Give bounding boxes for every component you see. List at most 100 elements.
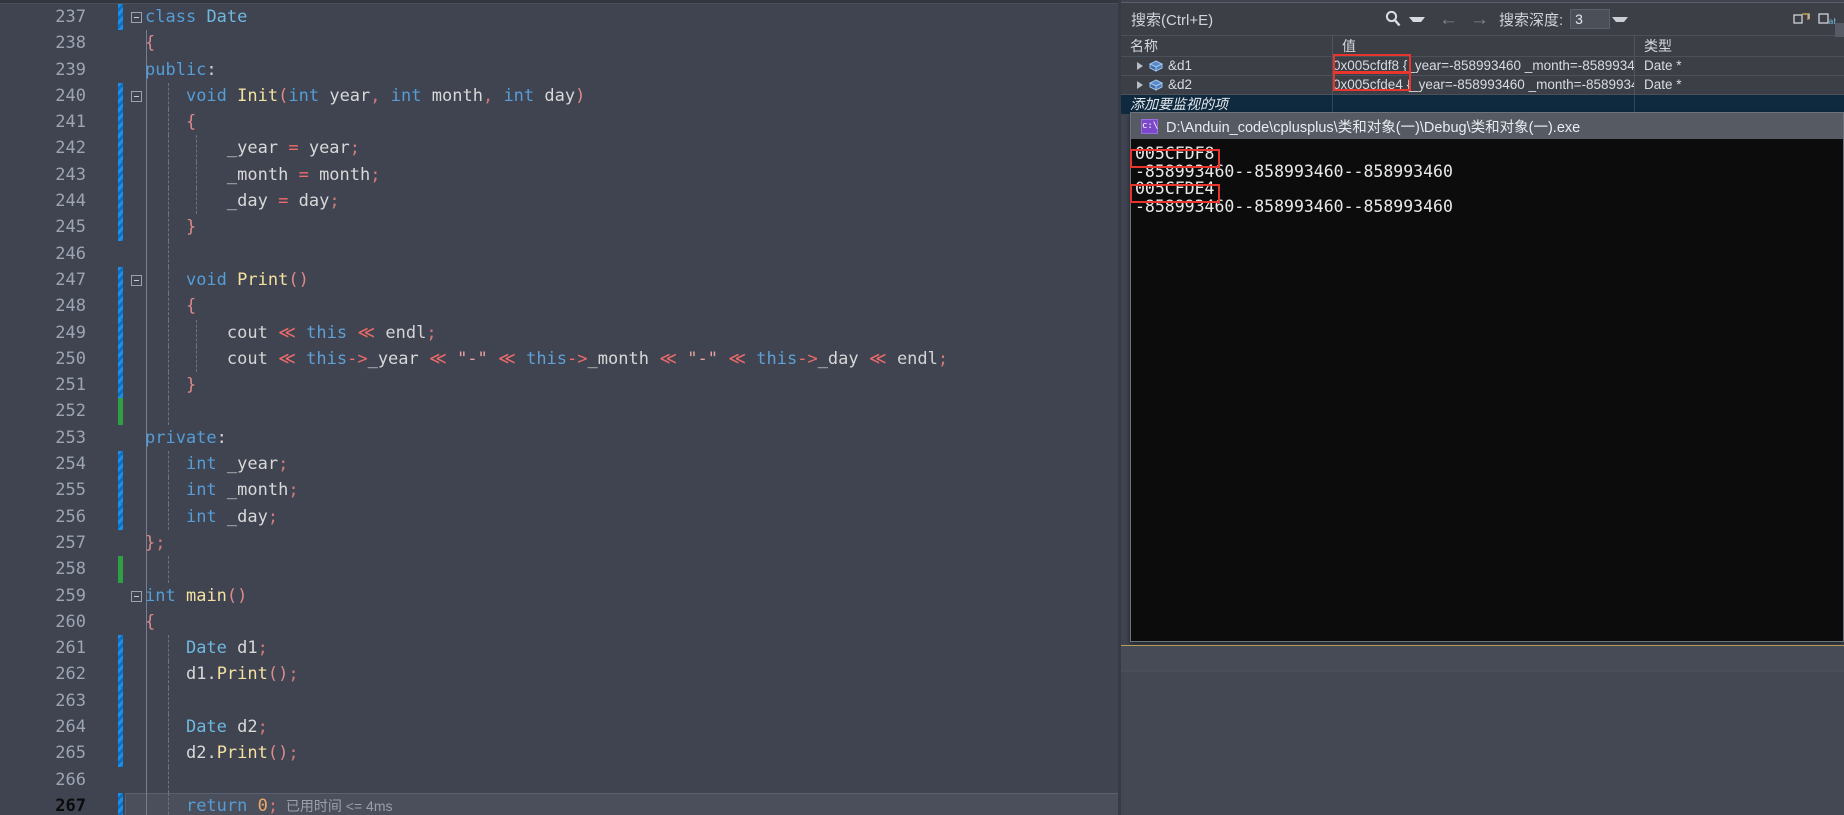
watch-column-headers[interactable]: 名称 值 类型 (1121, 36, 1844, 57)
change-indicator-bar (118, 161, 123, 189)
code-text: int _month; (185, 480, 299, 501)
watch-row-value-cell[interactable]: 0x005cfde4 {_year=-858993460 _month=-858… (1333, 76, 1635, 94)
code-text: int _day; (185, 506, 279, 527)
change-indicator-bar (118, 372, 123, 399)
expand-chevron-right-icon[interactable] (1137, 62, 1143, 71)
watch-rows[interactable]: &d1 0x005cfdf8 {_year=-858993460 _month=-… (1121, 57, 1844, 95)
object-cube-icon (1148, 78, 1164, 92)
line-number: 250 (55, 348, 86, 369)
right-pane: 搜索(Ctrl+E) ← → 搜索深度: 3 ab 名称 值 类型 &d1 0x… (1121, 0, 1844, 815)
watch-row-name-cell[interactable]: &d2 (1121, 76, 1333, 94)
code-line[interactable]: 248 { (0, 293, 1121, 320)
change-indicator-bar (118, 293, 123, 320)
code-lines-container[interactable]: 237 class Date 238{239 public: 240 void Init… (0, 4, 1121, 815)
line-number: 248 (55, 296, 86, 317)
watch-toolbar[interactable]: 搜索(Ctrl+E) ← → 搜索深度: 3 ab (1121, 3, 1844, 36)
watch-row-name-cell[interactable]: &d1 (1121, 57, 1333, 75)
code-line[interactable]: 251 } (0, 372, 1121, 399)
watch-row-name-text: &d2 (1168, 77, 1193, 92)
search-depth-select[interactable]: 3 (1570, 9, 1611, 29)
code-text: int _year; (185, 454, 289, 475)
line-number: 243 (55, 164, 86, 185)
fold-collapse-icon[interactable] (131, 590, 142, 602)
code-line[interactable]: 254 int _year; (0, 451, 1121, 478)
code-line[interactable]: 264 Date d2; (0, 714, 1121, 741)
console-output-line: 005CFDF8 (1135, 144, 1215, 163)
watch-row[interactable]: &d2 0x005cfde4 {_year=-858993460 _month=-… (1121, 76, 1844, 95)
search-prev-arrow-icon[interactable]: ← (1439, 10, 1458, 29)
console-output-line: -858993460--858993460--858993460 (1135, 196, 1453, 216)
watch-window[interactable]: 搜索(Ctrl+E) ← → 搜索深度: 3 ab 名称 值 类型 &d1 0x… (1121, 2, 1844, 114)
code-line[interactable]: 250 cout ≪ this->_year ≪ "-" ≪ this->_mo… (0, 345, 1121, 373)
code-line[interactable]: 262 d1.Print(); (0, 661, 1121, 688)
code-line[interactable]: 258 (0, 556, 1121, 583)
line-number: 252 (55, 401, 86, 422)
code-line[interactable]: 247 void Print() (0, 266, 1121, 294)
fold-collapse-icon[interactable] (131, 12, 142, 23)
watch-row[interactable]: &d1 0x005cfdf8 {_year=-858993460 _month=-… (1121, 57, 1844, 76)
search-depth-label: 搜索深度: (1499, 11, 1564, 29)
watch-row-value-cell[interactable]: 0x005cfdf8 {_year=-858993460 _month=-858… (1333, 57, 1635, 75)
elapsed-time-hint: 已用时间 <= 4ms (278, 797, 393, 814)
watch-row-type-cell[interactable]: Date * (1635, 57, 1844, 75)
console-window[interactable]: c:\ D:\Anduin_code\cplusplus\类和对象(一)\Deb… (1130, 112, 1844, 642)
indent-guide (146, 398, 147, 425)
code-line[interactable]: 265 d2.Print(); (0, 740, 1121, 767)
search-icon[interactable] (1383, 9, 1403, 29)
code-line[interactable]: 239 public: (0, 56, 1121, 83)
column-header-type[interactable]: 类型 (1635, 36, 1844, 56)
expand-all-icon[interactable] (1793, 11, 1811, 27)
line-number: 242 (55, 138, 86, 159)
code-line[interactable]: 266 (0, 766, 1121, 793)
code-line[interactable]: 267 return 0; 已用时间 <= 4ms (0, 792, 1121, 815)
code-line[interactable]: 242 _year = year; (0, 135, 1121, 162)
code-line[interactable]: 243 _month = month; (0, 161, 1121, 189)
fold-collapse-icon[interactable] (131, 90, 142, 102)
search-next-arrow-icon[interactable]: → (1470, 10, 1489, 29)
code-text: class Date (145, 7, 248, 27)
code-line[interactable]: 252 (0, 398, 1121, 425)
code-editor[interactable]: 237 class Date 238{239 public: 240 void Init… (0, 0, 1121, 815)
code-line[interactable]: 255 int _month; (0, 477, 1121, 504)
code-line[interactable]: 238 { (0, 30, 1121, 57)
vs-debug-screen: 237 class Date 238{239 public: 240 void Init… (0, 0, 1844, 815)
code-line[interactable]: 257}; (0, 529, 1121, 557)
indent-guide (168, 687, 169, 715)
code-line[interactable]: 260 { (0, 608, 1121, 636)
search-options-chevron-down-icon[interactable] (1409, 16, 1425, 22)
column-header-name[interactable]: 名称 (1121, 36, 1333, 56)
code-text: _year = year; (226, 138, 361, 159)
search-input[interactable]: 搜索(Ctrl+E) (1127, 7, 1379, 31)
indent-guide (146, 766, 147, 793)
code-line[interactable]: 259 int main() (0, 582, 1121, 609)
code-line[interactable]: 241 { (0, 109, 1121, 136)
code-text: void Print() (185, 269, 309, 290)
code-text: private: (145, 427, 227, 448)
code-line[interactable]: 249 cout ≪ this ≪ endl; (0, 319, 1121, 346)
change-indicator-bar (118, 135, 123, 162)
code-line[interactable]: 246 (0, 240, 1121, 267)
change-indicator-bar (118, 241, 123, 267)
code-line[interactable]: 261 Date d1; (0, 635, 1121, 662)
watch-scrollbar[interactable] (1835, 23, 1844, 37)
hex-display-icon[interactable]: ab (1818, 11, 1838, 27)
fold-collapse-icon[interactable] (131, 274, 142, 286)
expand-chevron-right-icon[interactable] (1137, 81, 1143, 90)
line-number: 237 (55, 7, 86, 27)
code-line[interactable]: 253 private: (0, 424, 1121, 452)
code-text: d2.Print(); (185, 743, 299, 764)
column-header-value[interactable]: 值 (1333, 36, 1635, 56)
code-line[interactable]: 240 void Init(int year, int month, int d… (0, 82, 1121, 110)
line-number: 266 (55, 769, 86, 790)
bottom-panel-1 (1121, 646, 1844, 670)
watch-row-type-cell[interactable]: Date * (1635, 76, 1844, 94)
code-line[interactable]: 256 int _day; (0, 503, 1121, 530)
line-number: 264 (55, 717, 86, 738)
code-line[interactable]: 245 } (0, 214, 1121, 241)
code-line[interactable]: 244 _day = day; (0, 188, 1121, 215)
search-depth-chevron-down-icon[interactable] (1612, 16, 1629, 22)
code-line[interactable]: 263 (0, 687, 1121, 715)
code-text: int main() (145, 585, 248, 606)
code-text: cout ≪ this ≪ endl; (226, 322, 437, 343)
code-line[interactable]: 237 class Date (0, 4, 1121, 31)
